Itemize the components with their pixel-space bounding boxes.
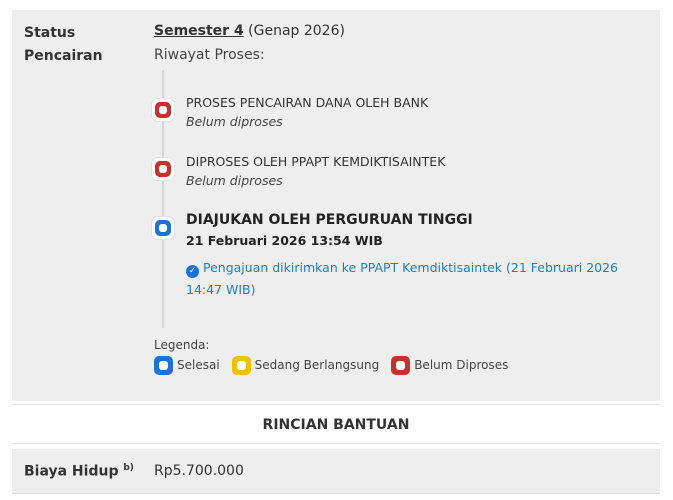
legend-label: Selesai: [177, 358, 220, 372]
rincian-bantuan-header: RINCIAN BANTUAN: [12, 404, 660, 444]
status-belum-diproses-icon: [152, 99, 174, 121]
status-belum-diproses-icon: [152, 158, 174, 180]
status-sedang-berlangsung-icon: [231, 355, 251, 375]
semester-period: (Genap 2026): [248, 23, 345, 39]
timeline-step-note: ✓ Pengajuan dikirimkan ke PPAPT Kemdiktis…: [186, 257, 656, 301]
biaya-hidup-row: Biaya Hidup b) Rp5.700.000: [12, 449, 660, 494]
legend-label: Belum Diproses: [414, 358, 509, 372]
timeline-step-status: Belum diproses: [186, 114, 283, 129]
legend-item-belum-diproses: Belum Diproses: [391, 355, 509, 375]
timeline-step-title: DIPROSES OLEH PPAPT KEMDIKTISAINTEK: [186, 154, 446, 169]
semester-line: Semester 4 (Genap 2026): [154, 23, 345, 39]
timeline-note-text: Pengajuan dikirimkan ke PPAPT Kemdiktisa…: [186, 260, 619, 297]
status-selesai-icon: [152, 217, 174, 239]
timeline-step-title: PROSES PENCAIRAN DANA OLEH BANK: [186, 95, 429, 110]
legend-item-sedang-berlangsung: Sedang Berlangsung: [231, 355, 380, 375]
biaya-hidup-value: Rp5.700.000: [154, 463, 244, 479]
riwayat-proses-label: Riwayat Proses:: [154, 47, 265, 63]
status-selesai-icon: [154, 355, 173, 375]
status-pencairan-label: Status Pencairan: [24, 22, 124, 68]
semester-link[interactable]: Semester 4: [154, 23, 244, 39]
timeline-step-title: DIAJUKAN OLEH PERGURUAN TINGGI: [186, 212, 473, 228]
legend: Selesai Sedang Berlangsung Belum Diprose…: [154, 355, 520, 375]
footnote-marker: b): [123, 463, 134, 473]
timeline-step-status: Belum diproses: [186, 173, 283, 188]
timeline-step-date: 21 Februari 2026 13:54 WIB: [186, 233, 383, 248]
check-circle-icon: ✓: [186, 265, 199, 278]
biaya-hidup-label-text: Biaya Hidup: [24, 463, 119, 480]
legend-label: Sedang Berlangsung: [254, 358, 380, 372]
legend-item-selesai: Selesai: [154, 355, 220, 375]
legend-title: Legenda:: [154, 338, 210, 352]
biaya-hidup-label: Biaya Hidup b): [24, 463, 134, 480]
status-label-line2: Pencairan: [24, 48, 103, 64]
status-pencairan-panel: Status Pencairan Semester 4 (Genap 2026)…: [12, 10, 660, 401]
status-label-line1: Status: [24, 25, 76, 41]
status-belum-diproses-icon: [391, 355, 411, 375]
